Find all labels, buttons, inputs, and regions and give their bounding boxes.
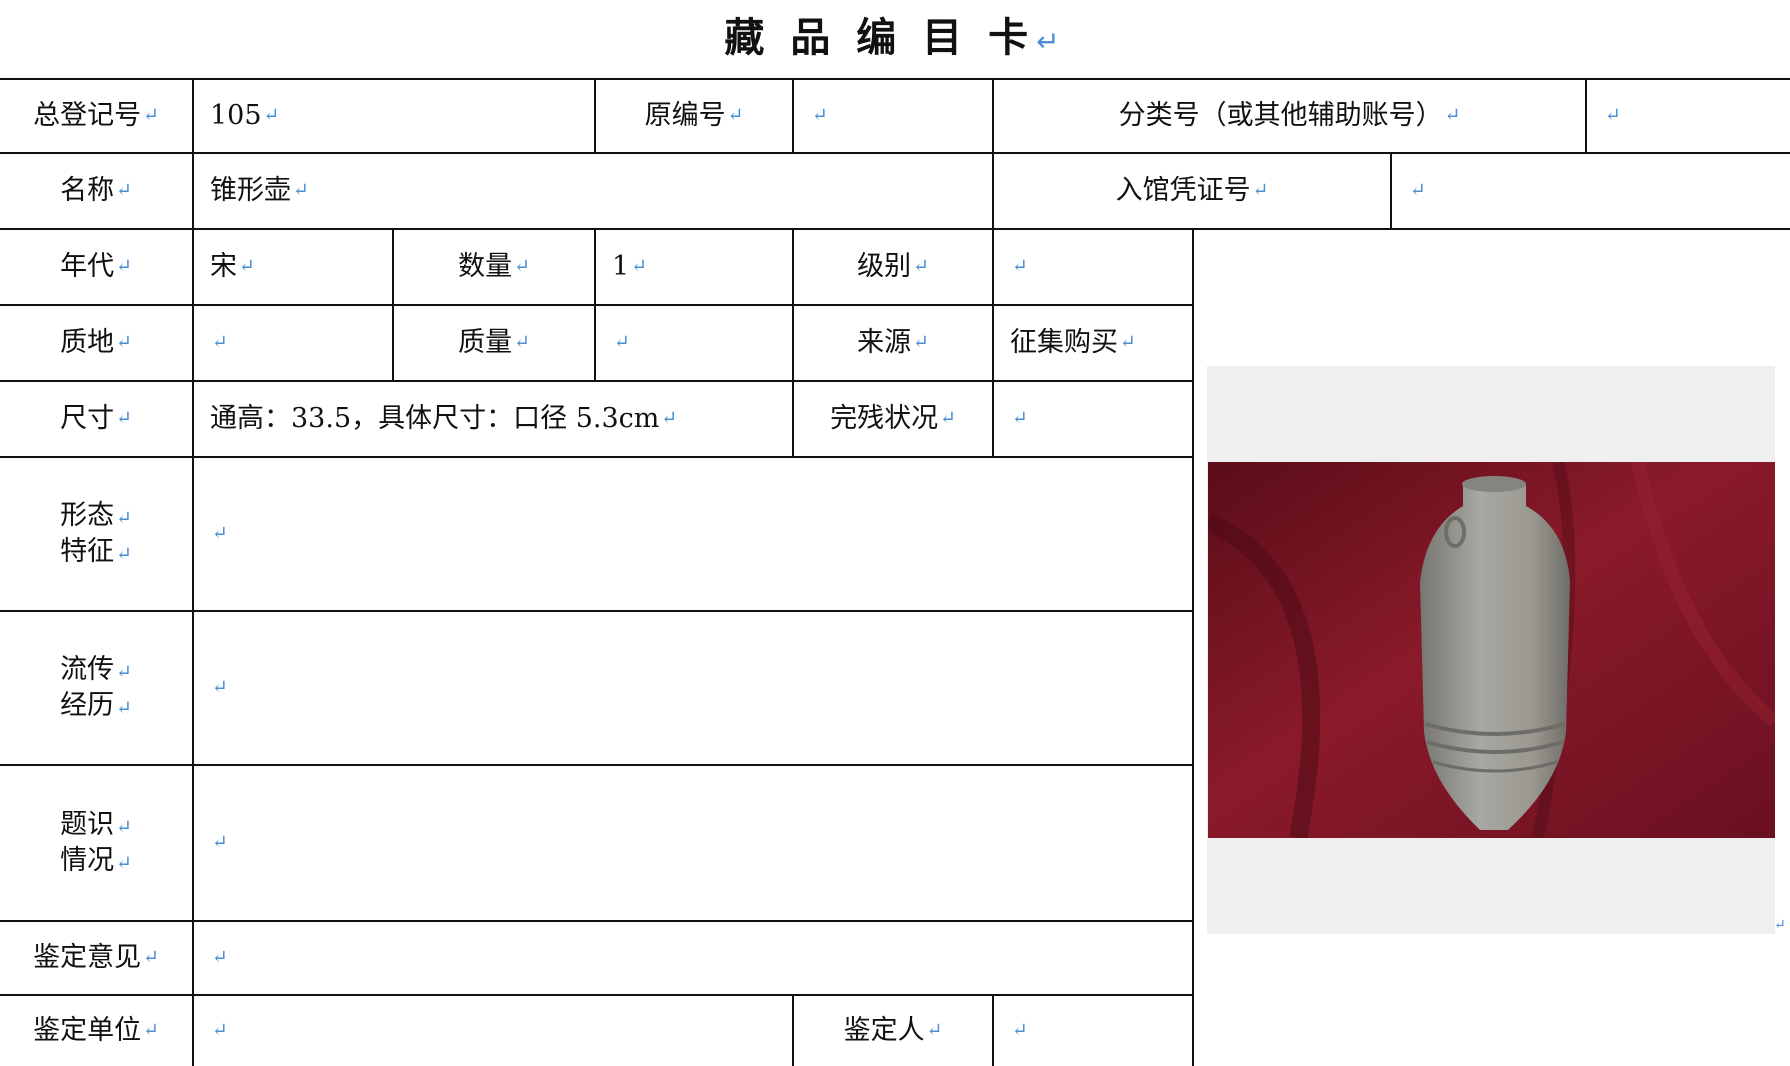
jar-mouth (1462, 476, 1526, 492)
card-title: 藏 品 编 目 卡↵ (724, 15, 1066, 61)
value-condition: ↵ (1012, 407, 1028, 430)
label-quantity: 数量 ↵ (458, 250, 530, 282)
value-appraiser: ↵ (1012, 1019, 1028, 1042)
label-material: 质地 ↵ (60, 326, 132, 358)
value-material: ↵ (212, 331, 228, 354)
label-era: 年代 ↵ (60, 250, 132, 282)
label-original-no: 原编号 ↵ (644, 99, 744, 131)
value-appraisal-unit: ↵ (212, 1019, 228, 1042)
label-registration-no: 总登记号 ↵ (33, 99, 159, 131)
value-quantity: 1 ↵ (612, 250, 648, 282)
label-accession-voucher-no: 入馆凭证号 ↵ (1115, 174, 1269, 206)
value-form-features: ↵ (212, 522, 228, 545)
label-provenance: 流传 ↵ 经历 ↵ (60, 653, 132, 721)
value-provenance: ↵ (212, 676, 228, 699)
value-appraisal-opinion: ↵ (212, 946, 228, 969)
label-source: 来源 ↵ (857, 326, 929, 358)
value-accession-voucher-no: ↵ (1410, 179, 1426, 202)
value-original-no: ↵ (812, 104, 828, 127)
value-dimensions: 通高：33.5，具体尺寸：口径 5.3cm ↵ (210, 402, 678, 434)
value-source: 征集购买 ↵ (1010, 326, 1136, 358)
label-dimensions: 尺寸 ↵ (60, 402, 132, 434)
label-appraisal-opinion: 鉴定意见 ↵ (33, 941, 159, 973)
value-weight: ↵ (614, 331, 630, 354)
label-appraiser: 鉴定人 ↵ (843, 1014, 943, 1046)
value-registration-no: 105 ↵ (210, 99, 280, 131)
label-inscriptions: 题识 ↵ 情况 ↵ (60, 808, 132, 876)
vase-illustration (1208, 462, 1775, 838)
label-weight: 质量 ↵ (458, 326, 530, 358)
paragraph-mark: ↵ (1774, 917, 1786, 933)
value-inscriptions: ↵ (212, 831, 228, 854)
label-name: 名称 ↵ (60, 174, 132, 206)
value-grade: ↵ (1012, 255, 1028, 278)
label-grade: 级别 ↵ (857, 250, 929, 282)
rule-col-main-right (1192, 228, 1194, 1066)
value-era: 宋 ↵ (210, 250, 255, 282)
label-appraisal-unit: 鉴定单位 ↵ (33, 1014, 159, 1046)
label-classification-no: 分类号（或其他辅助账号） ↵ (1118, 99, 1461, 131)
label-condition: 完残状况 ↵ (830, 402, 956, 434)
value-name: 锥形壶 ↵ (210, 174, 309, 206)
object-photo (1208, 462, 1775, 838)
jar-body (1420, 484, 1570, 830)
value-classification-no: ↵ (1605, 104, 1621, 127)
label-form-features: 形态 ↵ 特征 ↵ (60, 499, 132, 567)
